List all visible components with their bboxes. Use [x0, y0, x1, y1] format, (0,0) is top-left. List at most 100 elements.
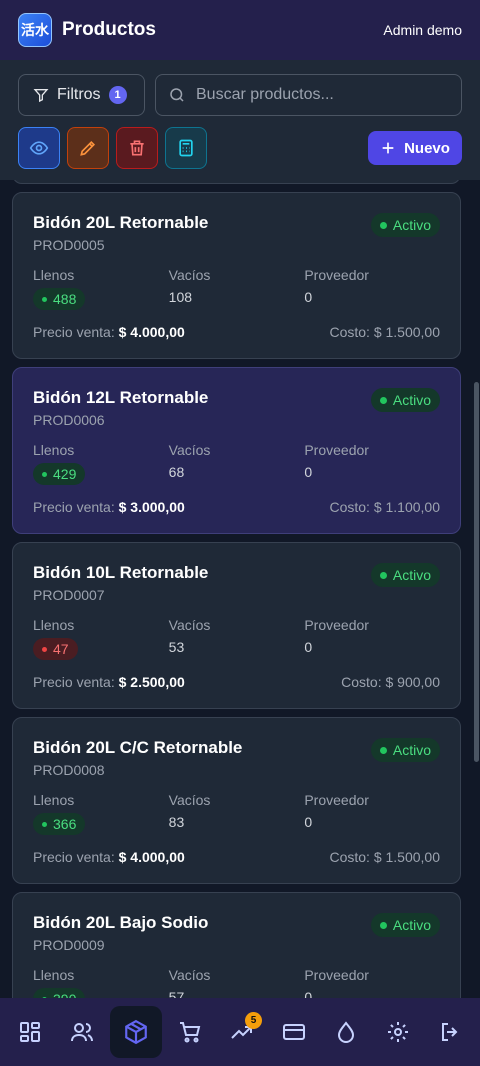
full-label: Llenos	[33, 267, 75, 283]
search-icon	[170, 88, 184, 102]
full-count-pill: 429	[33, 463, 86, 485]
full-label: Llenos	[33, 792, 75, 808]
plus-icon	[382, 142, 394, 154]
cart-icon	[180, 1022, 201, 1043]
cost-price: Costo: $ 1.500,00	[329, 324, 440, 340]
filters-button[interactable]: Filtros 1	[18, 74, 145, 116]
empty-label: Vacíos	[168, 267, 211, 283]
gear-icon	[388, 1022, 408, 1042]
empty-label: Vacíos	[168, 617, 211, 633]
nav-water[interactable]	[322, 1008, 370, 1056]
filters-label: Filtros	[57, 86, 101, 103]
filter-count-badge: 1	[108, 86, 127, 104]
supplier-label: Proveedor	[304, 617, 369, 633]
supplier-label: Proveedor	[304, 442, 369, 458]
search-box	[155, 74, 462, 116]
cost-price: Costo: $ 900,00	[341, 674, 440, 690]
new-product-label: Nuevo	[404, 139, 450, 157]
supplier-count: 0	[304, 289, 313, 305]
search-input[interactable]	[196, 86, 449, 104]
supplier-label: Proveedor	[304, 967, 369, 983]
new-product-button[interactable]: Nuevo	[368, 131, 462, 165]
supplier-count: 0	[304, 639, 313, 655]
user-menu[interactable]: Admin demo	[383, 22, 462, 38]
edit-button[interactable]	[67, 127, 109, 169]
status-badge: Activo	[370, 738, 440, 762]
credit-card-icon	[283, 1024, 305, 1040]
cost-price: Costo: $ 1.500,00	[329, 849, 440, 865]
empty-count: 83	[168, 814, 185, 830]
product-card[interactable]: Bidón 20L Bajo Sodio PROD0009 Activo Lle…	[12, 892, 461, 998]
cost-price: Costo: $ 1.100,00	[329, 499, 440, 515]
product-code: PROD0009	[33, 937, 105, 953]
status-badge: Activo	[370, 563, 440, 587]
full-label: Llenos	[33, 442, 75, 458]
empty-label: Vacíos	[168, 792, 211, 808]
delete-button[interactable]	[116, 127, 158, 169]
product-code: PROD0006	[33, 412, 105, 428]
page-title: Productos	[62, 19, 156, 40]
notification-badge: 5	[245, 1012, 262, 1029]
app-logo[interactable]: 活水	[18, 13, 52, 47]
supplier-label: Proveedor	[304, 267, 369, 283]
calculator-icon	[179, 139, 193, 157]
status-badge: Activo	[370, 388, 440, 412]
full-label: Llenos	[33, 617, 75, 633]
nav-clients[interactable]	[58, 1008, 106, 1056]
product-code: PROD0008	[33, 762, 105, 778]
product-card[interactable]: Bidón 20L C/C Retornable PROD0008 Activo…	[12, 717, 461, 884]
nav-settings[interactable]	[374, 1008, 422, 1056]
nav-products[interactable]	[110, 1006, 162, 1058]
supplier-label: Proveedor	[304, 792, 369, 808]
product-name: Bidón 10L Retornable	[33, 563, 209, 582]
calculator-button[interactable]	[165, 127, 207, 169]
empty-label: Vacíos	[168, 442, 211, 458]
supplier-count: 0	[304, 989, 313, 998]
nav-logout[interactable]	[426, 1008, 474, 1056]
trash-icon	[130, 140, 144, 156]
nav-payments[interactable]	[270, 1008, 318, 1056]
box-icon	[125, 1019, 147, 1045]
empty-count: 57	[168, 989, 185, 998]
users-icon	[71, 1023, 93, 1042]
supplier-count: 0	[304, 464, 313, 480]
bottom-nav: 5	[0, 998, 480, 1066]
empty-label: Vacíos	[168, 967, 211, 983]
sale-price: Precio venta: $ 3.000,00	[33, 499, 185, 515]
pencil-icon	[80, 140, 96, 156]
toolbar: Filtros 1 Nuevo	[0, 60, 480, 180]
product-card-selected[interactable]: Bidón 12L Retornable PROD0006 Activo Lle…	[12, 367, 461, 534]
sale-price: Precio venta: $ 4.000,00	[33, 324, 185, 340]
nav-dashboard[interactable]	[6, 1008, 54, 1056]
sale-price: Precio venta: $ 2.500,00	[33, 674, 185, 690]
nav-sales[interactable]: 5	[218, 1008, 266, 1056]
product-code: PROD0007	[33, 587, 105, 603]
filter-icon	[33, 89, 49, 103]
full-count-pill-low: 47	[33, 638, 78, 660]
empty-count: 53	[168, 639, 185, 655]
view-button[interactable]	[18, 127, 60, 169]
full-count-pill: 488	[33, 288, 86, 310]
status-badge: Activo	[370, 913, 440, 937]
product-card[interactable]: Bidón 10L Retornable PROD0007 Activo Lle…	[12, 542, 461, 709]
grid-icon	[20, 1022, 40, 1042]
supplier-count: 0	[304, 814, 313, 830]
logout-icon	[442, 1023, 458, 1041]
nav-orders[interactable]	[166, 1008, 214, 1056]
product-card[interactable]: Bidón 20L Retornable PROD0005 Activo Lle…	[12, 192, 461, 359]
empty-count: 108	[168, 289, 193, 305]
product-name: Bidón 20L Bajo Sodio	[33, 913, 209, 932]
eye-icon	[29, 141, 49, 155]
status-badge: Activo	[370, 213, 440, 237]
product-name: Bidón 20L Retornable	[33, 213, 209, 232]
sale-price: Precio venta: $ 4.000,00	[33, 849, 185, 865]
app-header: 活水 Productos Admin demo	[0, 0, 480, 60]
product-card-partial[interactable]	[12, 180, 461, 184]
full-count-pill: 366	[33, 813, 86, 835]
list-scrollbar[interactable]	[474, 382, 479, 762]
product-list[interactable]: Bidón 20L Retornable PROD0005 Activo Lle…	[0, 180, 480, 998]
droplet-icon	[337, 1021, 355, 1043]
product-name: Bidón 20L C/C Retornable	[33, 738, 243, 757]
product-code: PROD0005	[33, 237, 105, 253]
full-count-pill: 390	[33, 988, 86, 998]
